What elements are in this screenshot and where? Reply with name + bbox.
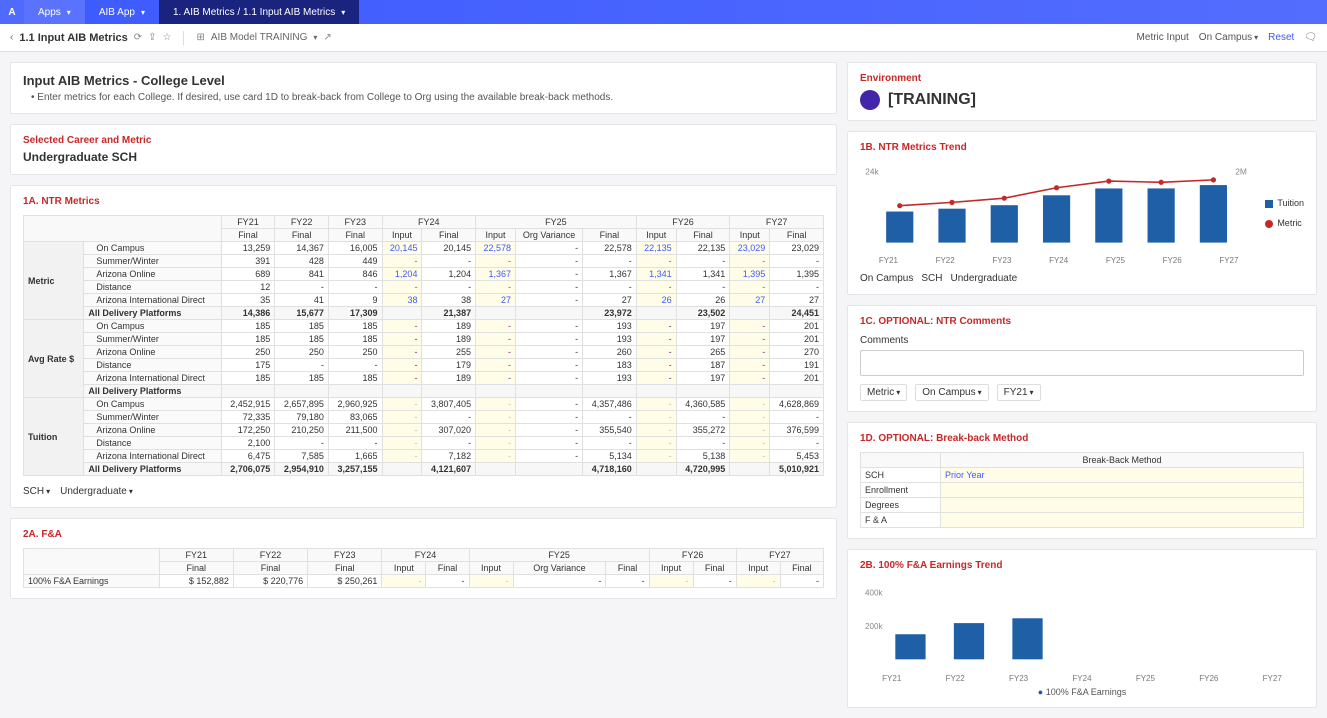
svg-text:400k: 400k [865, 589, 883, 598]
breakback-row[interactable]: SCHPrior Year [861, 468, 1304, 483]
table-row[interactable]: Distance175---179--183-187-191 [24, 359, 824, 372]
refresh-icon[interactable]: ⟳ [134, 32, 142, 43]
share-icon[interactable]: ⇪ [148, 32, 156, 43]
fa-card: 2A. F&A FY21FY22FY23 FY24 FY25 FY26 FY27… [10, 518, 837, 599]
table-row[interactable]: Arizona Online172,250210,250211,500-307,… [24, 424, 824, 437]
comments-card: 1C. OPTIONAL: NTR Comments Comments Metr… [847, 305, 1317, 412]
table-row[interactable]: Arizona International Direct6,4757,5851,… [24, 450, 824, 463]
table-row[interactable]: Avg Rate $On Campus185185185-189--193-19… [24, 320, 824, 333]
environment-card: Environment [TRAINING] [847, 62, 1317, 121]
table-total-row: All Delivery Platforms14,38615,67717,309… [24, 307, 824, 320]
filter-year[interactable]: FY21 [997, 384, 1041, 401]
legend-tuition: Tuition [1265, 198, 1304, 208]
table-row[interactable]: Distance12----------- [24, 281, 824, 294]
model-selector[interactable]: AIB Model TRAINING [211, 32, 318, 43]
sub-bar: ‹ 1.1 Input AIB Metrics ⟳ ⇪ ☆ ⊞ AIB Mode… [0, 24, 1327, 52]
svg-text:2M: 2M [1235, 167, 1247, 177]
on-campus-pill[interactable]: On Campus [1199, 32, 1258, 43]
comments-title: 1C. OPTIONAL: NTR Comments [860, 316, 1304, 327]
fa-table[interactable]: FY21FY22FY23 FY24 FY25 FY26 FY27 FinalFi… [23, 548, 824, 588]
top-bar: A Apps AIB App 1. AIB Metrics / 1.1 Inpu… [0, 0, 1327, 24]
page-title: Input AIB Metrics - College Level [23, 73, 824, 88]
table-row[interactable]: Arizona International Direct185185185-18… [24, 372, 824, 385]
selected-label: Selected Career and Metric [23, 135, 824, 146]
page-subtitle: Enter metrics for each College. If desir… [23, 92, 824, 103]
legend-metric: Metric [1265, 218, 1304, 228]
svg-text:200k: 200k [865, 622, 883, 631]
table-row[interactable]: Arizona Online250250250-255--260-265-270 [24, 346, 824, 359]
pager-undergrad[interactable]: Undergraduate [60, 486, 133, 497]
external-link-icon[interactable]: ↗ [323, 32, 331, 43]
ntr-trend-chart: 24k 2M [860, 161, 1257, 251]
comment-icon[interactable]: 🗨 [1304, 32, 1317, 43]
fa-title: 2A. F&A [23, 529, 824, 540]
breakback-row[interactable]: Degrees [861, 498, 1304, 513]
star-icon[interactable]: ☆ [163, 32, 172, 43]
fa-trend-card: 2B. 100% F&A Earnings Trend 400k 200k FY… [847, 549, 1317, 708]
table-row[interactable]: Summer/Winter391428449--------- [24, 255, 824, 268]
trend-sel-a: On Campus [860, 273, 913, 284]
reset-link[interactable]: Reset [1268, 32, 1294, 43]
fa-trend-title: 2B. 100% F&A Earnings Trend [860, 560, 1304, 571]
filter-metric[interactable]: Metric [860, 384, 907, 401]
trend-sel-c: Undergraduate [950, 273, 1017, 284]
table-row[interactable]: Arizona Online6898418461,2041,2041,367-1… [24, 268, 824, 281]
comments-input[interactable] [860, 350, 1304, 376]
back-icon[interactable]: ‹ [10, 32, 13, 43]
table-total-row: All Delivery Platforms [24, 385, 824, 398]
selected-metric-card: Selected Career and Metric Undergraduate… [10, 124, 837, 175]
trend-title: 1B. NTR Metrics Trend [860, 142, 1304, 153]
breakback-card: 1D. OPTIONAL: Break-back Method Break-Ba… [847, 422, 1317, 539]
metric-input-pill[interactable]: Metric Input [1137, 32, 1189, 43]
table-row[interactable]: Arizona International Direct35419383827-… [24, 294, 824, 307]
header-card: Input AIB Metrics - College Level Enter … [10, 62, 837, 114]
svg-text:24k: 24k [865, 167, 879, 177]
env-name: [TRAINING] [888, 91, 976, 109]
table-row[interactable]: Summer/Winter185185185-189--193-197-201 [24, 333, 824, 346]
ntr-table[interactable]: FY21 FY22 FY23 FY24 FY25 FY26 FY27 Final… [23, 215, 824, 476]
table-row[interactable]: Distance2,100----------- [24, 437, 824, 450]
table-total-row: All Delivery Platforms2,706,0752,954,910… [24, 463, 824, 476]
filter-campus[interactable]: On Campus [915, 384, 988, 401]
comments-label: Comments [860, 335, 1304, 346]
app-logo[interactable]: A [0, 0, 24, 24]
apps-menu[interactable]: Apps [24, 0, 85, 24]
app-name-tab[interactable]: AIB App [85, 0, 159, 24]
fa-trend-chart: 400k 200k [860, 579, 1304, 669]
table-row[interactable]: TuitionOn Campus2,452,9152,657,8952,960,… [24, 398, 824, 411]
breakback-table[interactable]: Break-Back Method SCHPrior YearEnrollmen… [860, 452, 1304, 528]
page-name: 1.1 Input AIB Metrics [19, 32, 127, 44]
env-indicator-icon [860, 90, 880, 110]
breadcrumb-tab[interactable]: 1. AIB Metrics / 1.1 Input AIB Metrics [159, 0, 359, 24]
pager-sch[interactable]: SCH [23, 486, 50, 497]
fa-x-labels: FY21FY22FY23FY24FY25FY26FY27 [860, 674, 1304, 683]
fa-legend: 100% F&A Earnings [860, 687, 1304, 697]
trend-sel-b: SCH [921, 273, 942, 284]
model-icon[interactable]: ⊞ [196, 32, 204, 43]
breakback-title: 1D. OPTIONAL: Break-back Method [860, 433, 1304, 444]
breakback-row[interactable]: Enrollment [861, 483, 1304, 498]
ntr-metrics-card: 1A. NTR Metrics FY21 FY22 FY23 FY24 FY25… [10, 185, 837, 508]
fa-row[interactable]: 100% F&A Earnings $ 152,882$ 220,776$ 25… [24, 575, 824, 588]
selected-value: Undergraduate SCH [23, 150, 824, 164]
ntr-trend-card: 1B. NTR Metrics Trend 24k 2M FY21FY22FY2… [847, 131, 1317, 295]
ntr-title: 1A. NTR Metrics [23, 196, 824, 207]
table-row[interactable]: Summer/Winter72,33579,18083,065--------- [24, 411, 824, 424]
divider [183, 31, 184, 45]
breakback-row[interactable]: F & A [861, 513, 1304, 528]
chart-x-labels: FY21FY22FY23FY24FY25FY26FY27 [860, 256, 1257, 265]
env-label: Environment [860, 73, 1304, 84]
table-row[interactable]: MetricOn Campus13,25914,36716,00520,1452… [24, 242, 824, 255]
